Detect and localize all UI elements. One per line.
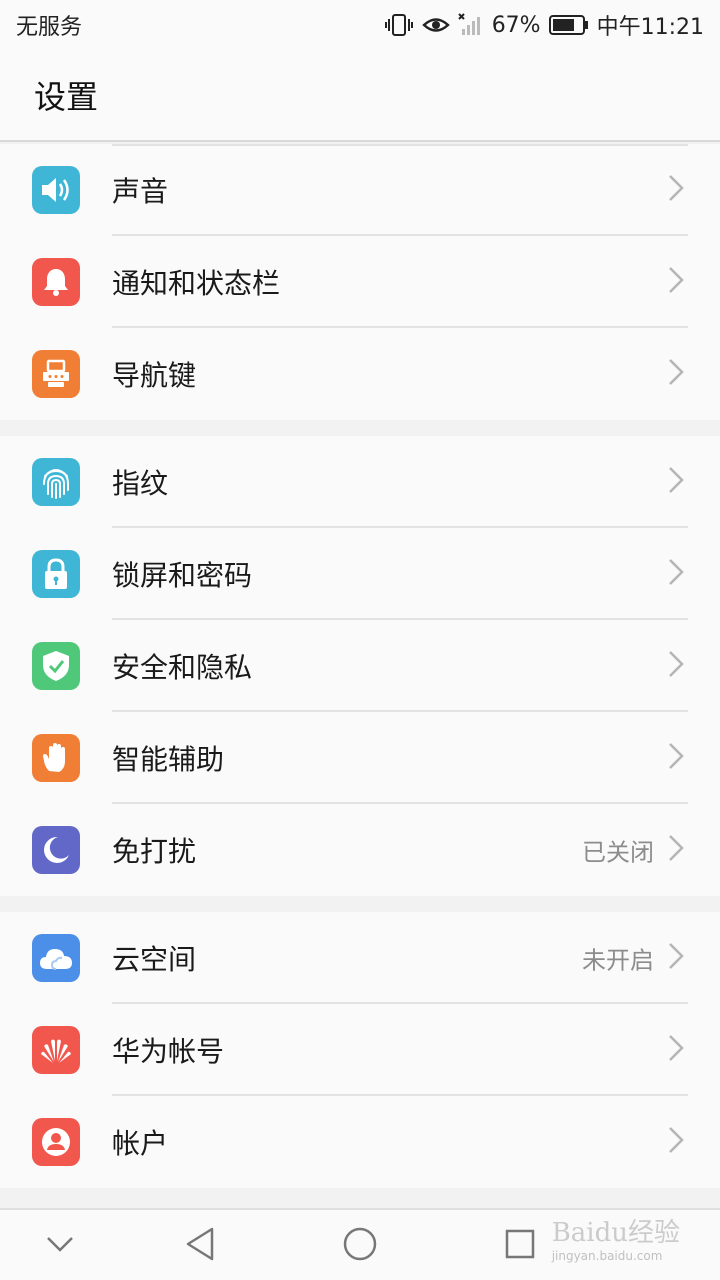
settings-item-label: 通知和状态栏 xyxy=(112,267,281,300)
hand-icon xyxy=(32,734,80,782)
settings-item-label: 锁屏和密码 xyxy=(112,559,253,592)
group-spacer xyxy=(0,896,720,912)
chevron-right-icon xyxy=(668,1126,684,1158)
clock-text: 中午11:21 xyxy=(596,15,704,40)
settings-item-label: 华为帐号 xyxy=(112,1035,225,1068)
group-spacer xyxy=(0,420,720,436)
chevron-right-icon xyxy=(668,266,684,298)
settings-item-huawei-account[interactable]: 华为帐号 xyxy=(0,1004,720,1096)
chevron-right-icon xyxy=(668,834,684,866)
chevron-right-icon xyxy=(668,558,684,590)
settings-item-label: 免打扰 xyxy=(112,835,197,868)
title-bar: 设置 xyxy=(0,50,720,142)
bell-icon xyxy=(32,258,80,306)
settings-item-label: 导航键 xyxy=(112,359,197,392)
home-circle-icon xyxy=(342,1226,378,1266)
settings-item-lock-screen[interactable]: 锁屏和密码 xyxy=(0,528,720,620)
carrier-text: 无服务 xyxy=(16,15,83,40)
baidu-jingyan-watermark: Baidu经验 jingyan.baidu.com xyxy=(552,1212,680,1263)
fingerprint-icon xyxy=(32,458,80,506)
settings-item-fingerprint[interactable]: 指纹 xyxy=(0,436,720,528)
back-triangle-icon xyxy=(185,1227,215,1265)
home-button[interactable] xyxy=(340,1226,380,1266)
battery-icon xyxy=(548,14,589,36)
lock-icon xyxy=(32,550,80,598)
settings-item-label: 云空间 xyxy=(112,943,197,976)
chevron-right-icon xyxy=(668,466,684,498)
settings-group-device: 声音 通知和状态栏 导航键 xyxy=(0,144,720,420)
huawei-logo-icon xyxy=(32,1026,80,1074)
settings-item-security-privacy[interactable]: 安全和隐私 xyxy=(0,620,720,712)
settings-item-sound[interactable]: 声音 xyxy=(0,144,720,236)
chevron-down-icon xyxy=(46,1236,74,1256)
settings-screen: 无服务 67% 中午11:21 设置 声音 通知和状态栏 导航键 指纹 锁屏和密… xyxy=(0,0,720,1280)
chevron-right-icon xyxy=(668,1034,684,1066)
status-bar: 无服务 67% 中午11:21 xyxy=(0,0,720,50)
chevron-right-icon xyxy=(668,174,684,206)
settings-item-status: 已关闭 xyxy=(582,838,654,867)
recents-button[interactable] xyxy=(500,1226,540,1266)
hide-nav-button[interactable] xyxy=(40,1226,80,1266)
settings-item-status: 未开启 xyxy=(582,946,654,975)
navigation-key-icon xyxy=(32,350,80,398)
cloud-icon xyxy=(32,934,80,982)
settings-item-cloud[interactable]: 云空间 未开启 xyxy=(0,912,720,1004)
speaker-icon xyxy=(32,166,80,214)
watermark-brand: Baidu经验 xyxy=(551,1218,680,1248)
settings-item-label: 智能辅助 xyxy=(112,743,225,776)
settings-item-do-not-disturb[interactable]: 免打扰 已关闭 xyxy=(0,804,720,896)
settings-item-notifications[interactable]: 通知和状态栏 xyxy=(0,236,720,328)
shield-check-icon xyxy=(32,642,80,690)
settings-group-accounts: 云空间 未开启 华为帐号 帐户 xyxy=(0,912,720,1188)
battery-percent: 67% xyxy=(491,12,541,38)
settings-item-label: 安全和隐私 xyxy=(112,651,253,684)
moon-icon xyxy=(32,826,80,874)
back-button[interactable] xyxy=(180,1226,220,1266)
settings-item-accounts[interactable]: 帐户 xyxy=(0,1096,720,1188)
settings-item-navigation-key[interactable]: 导航键 xyxy=(0,328,720,420)
user-icon xyxy=(32,1118,80,1166)
page-title: 设置 xyxy=(34,78,99,116)
settings-item-label: 指纹 xyxy=(112,467,169,500)
watermark-url: jingyan.baidu.com xyxy=(551,1249,663,1263)
divider xyxy=(112,144,688,146)
settings-item-smart-assistance[interactable]: 智能辅助 xyxy=(0,712,720,804)
vibrate-icon xyxy=(384,13,414,37)
settings-list: 声音 通知和状态栏 导航键 指纹 锁屏和密码 安全和隐私 智能辅助 免打扰 已关… xyxy=(0,144,720,1188)
chevron-right-icon xyxy=(668,650,684,682)
eye-comfort-icon xyxy=(421,14,450,36)
settings-item-label: 帐户 xyxy=(112,1127,169,1160)
settings-item-label: 声音 xyxy=(112,175,169,208)
status-icons: 67% 中午11:21 xyxy=(384,9,704,41)
no-signal-icon xyxy=(457,13,484,37)
recents-square-icon xyxy=(504,1228,536,1264)
chevron-right-icon xyxy=(668,742,684,774)
chevron-right-icon xyxy=(668,942,684,974)
chevron-right-icon xyxy=(668,358,684,390)
settings-group-security: 指纹 锁屏和密码 安全和隐私 智能辅助 免打扰 已关闭 xyxy=(0,436,720,896)
